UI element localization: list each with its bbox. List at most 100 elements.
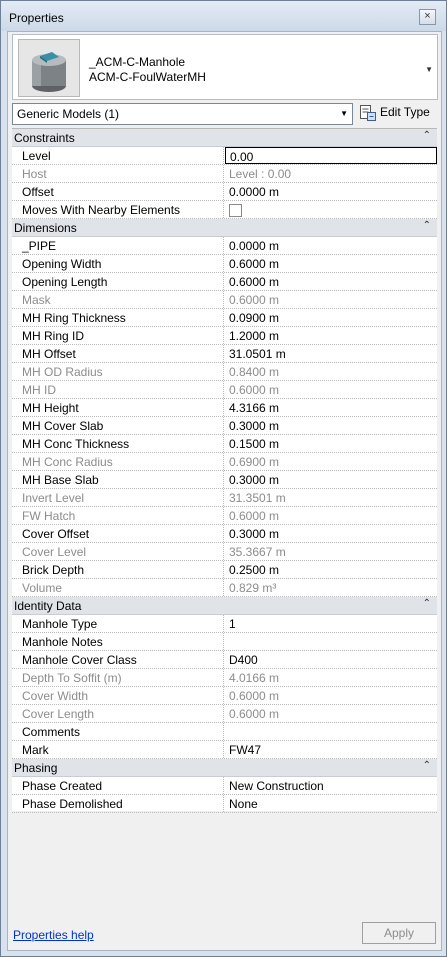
property-value[interactable] — [225, 723, 437, 740]
property-name: MH Base Slab — [12, 471, 224, 488]
group-header-constraints[interactable]: Constraints ⌃ — [12, 129, 437, 147]
property-value[interactable] — [225, 201, 437, 218]
property-name: MH Cover Slab — [12, 417, 224, 434]
property-name: Cover Level — [12, 543, 224, 560]
row-mh-conc-thickness[interactable]: MH Conc Thickness 0.1500 m — [12, 435, 437, 453]
property-name: Invert Level — [12, 489, 224, 506]
property-name: MH Height — [12, 399, 224, 416]
row-moves-with-nearby[interactable]: Moves With Nearby Elements — [12, 201, 437, 219]
edit-type-button[interactable]: Edit Type — [357, 102, 437, 124]
property-name: FW Hatch — [12, 507, 224, 524]
title-bar[interactable]: Properties × — [1, 1, 446, 31]
property-value[interactable]: 0.2500 m — [225, 561, 437, 578]
row-comments[interactable]: Comments — [12, 723, 437, 741]
row-pipe[interactable]: _PIPE 0.0000 m — [12, 237, 437, 255]
property-name: Depth To Soffit (m) — [12, 669, 224, 686]
property-value[interactable]: 0.1500 m — [225, 435, 437, 452]
row-opening-length[interactable]: Opening Length 0.6000 m — [12, 273, 437, 291]
collapse-icon[interactable]: ⌃ — [423, 598, 431, 609]
group-title: Identity Data — [14, 599, 82, 613]
collapse-icon[interactable]: ⌃ — [423, 760, 431, 771]
property-value[interactable]: 4.3166 m — [225, 399, 437, 416]
category-filter-dropdown[interactable]: Generic Models (1) ▼ — [12, 103, 353, 125]
property-value[interactable]: None — [225, 795, 437, 812]
properties-help-link[interactable]: Properties help — [13, 928, 94, 942]
type-selector[interactable]: _ACM-C-Manhole ACM-C-FoulWaterMH ▼ — [12, 34, 438, 100]
row-mark[interactable]: Mark FW47 — [12, 741, 437, 759]
apply-button[interactable]: Apply — [362, 922, 436, 944]
triangle-down-icon[interactable]: ▼ — [425, 65, 433, 74]
property-value[interactable]: 0.3000 m — [225, 417, 437, 434]
property-name: MH OD Radius — [12, 363, 224, 380]
property-value[interactable]: 1.2000 m — [225, 327, 437, 344]
property-value[interactable]: 31.0501 m — [225, 345, 437, 362]
collapse-icon[interactable]: ⌃ — [423, 130, 431, 141]
manhole-thumbnail-icon — [32, 52, 66, 92]
row-mh-conc-radius: MH Conc Radius 0.6900 m — [12, 453, 437, 471]
property-name: Manhole Notes — [12, 633, 224, 650]
group-header-identity-data[interactable]: Identity Data ⌃ — [12, 597, 437, 615]
row-mh-ring-thickness[interactable]: MH Ring Thickness 0.0900 m — [12, 309, 437, 327]
property-value[interactable]: New Construction — [225, 777, 437, 794]
property-value: 0.6000 m — [229, 689, 280, 703]
property-value[interactable]: 0.3000 m — [225, 525, 437, 542]
row-mh-offset[interactable]: MH Offset 31.0501 m — [12, 345, 437, 363]
group-header-phasing[interactable]: Phasing ⌃ — [12, 759, 437, 777]
property-value[interactable]: FW47 — [225, 741, 437, 758]
property-name: MH ID — [12, 381, 224, 398]
property-name: MH Ring ID — [12, 327, 224, 344]
row-cover-level: Cover Level 35.3667 m — [12, 543, 437, 561]
property-name: MH Conc Radius — [12, 453, 224, 470]
row-manhole-type[interactable]: Manhole Type 1 — [12, 615, 437, 633]
property-value[interactable]: D400 — [225, 651, 437, 668]
category-filter-value: Generic Models (1) — [17, 107, 120, 121]
row-cover-offset[interactable]: Cover Offset 0.3000 m — [12, 525, 437, 543]
edit-type-icon — [360, 105, 376, 121]
property-name: Mask — [12, 291, 224, 308]
type-label: ACM-C-FoulWaterMH — [89, 70, 206, 84]
property-value[interactable]: 0.0000 m — [225, 237, 437, 254]
property-name: Mark — [12, 741, 224, 758]
level-input[interactable]: 0.00 — [225, 147, 437, 164]
row-brick-depth[interactable]: Brick Depth 0.2500 m — [12, 561, 437, 579]
group-title: Dimensions — [14, 221, 77, 235]
row-manhole-cover-class[interactable]: Manhole Cover Class D400 — [12, 651, 437, 669]
property-name: Phase Demolished — [12, 795, 224, 812]
row-mh-base-slab[interactable]: MH Base Slab 0.3000 m — [12, 471, 437, 489]
row-phase-demolished[interactable]: Phase Demolished None — [12, 795, 437, 813]
property-name: Manhole Type — [12, 615, 224, 632]
property-value[interactable]: 1 — [225, 615, 437, 632]
property-value[interactable]: 0.3000 m — [225, 471, 437, 488]
row-level[interactable]: Level 0.00 — [12, 147, 437, 165]
row-offset[interactable]: Offset 0.0000 m — [12, 183, 437, 201]
row-mh-height[interactable]: MH Height 4.3166 m — [12, 399, 437, 417]
row-mh-ring-id[interactable]: MH Ring ID 1.2000 m — [12, 327, 437, 345]
row-mh-id: MH ID 0.6000 m — [12, 381, 437, 399]
group-dimensions: Dimensions ⌃ _PIPE 0.0000 m Opening Width… — [12, 219, 437, 597]
close-button[interactable]: × — [419, 9, 436, 25]
row-phase-created[interactable]: Phase Created New Construction — [12, 777, 437, 795]
property-name: MH Offset — [12, 345, 224, 362]
row-manhole-notes[interactable]: Manhole Notes — [12, 633, 437, 651]
group-header-dimensions[interactable]: Dimensions ⌃ — [12, 219, 437, 237]
type-name: _ACM-C-Manhole ACM-C-FoulWaterMH — [89, 55, 206, 85]
chevron-down-icon: ▼ — [340, 109, 348, 118]
collapse-icon[interactable]: ⌃ — [423, 220, 431, 231]
property-value[interactable]: 0.0000 m — [225, 183, 437, 200]
property-value[interactable]: 0.6000 m — [225, 255, 437, 272]
property-name: Cover Width — [12, 687, 224, 704]
properties-window: Properties × _ACM-C-Manhole ACM-C-FoulWa… — [0, 0, 447, 957]
moves-with-nearby-checkbox[interactable] — [229, 204, 242, 217]
row-opening-width[interactable]: Opening Width 0.6000 m — [12, 255, 437, 273]
edit-type-label: Edit Type — [380, 105, 430, 119]
row-mh-cover-slab[interactable]: MH Cover Slab 0.3000 m — [12, 417, 437, 435]
property-name: Manhole Cover Class — [12, 651, 224, 668]
property-value[interactable] — [225, 633, 437, 650]
property-value: 0.6900 m — [229, 455, 280, 469]
property-value[interactable]: 0.0900 m — [225, 309, 437, 326]
window-title: Properties — [9, 11, 64, 25]
row-fw-hatch: FW Hatch 0.6000 m — [12, 507, 437, 525]
property-value[interactable]: 0.6000 m — [225, 273, 437, 290]
property-name: Cover Offset — [12, 525, 224, 542]
property-value: 0.6000 m — [229, 509, 280, 523]
